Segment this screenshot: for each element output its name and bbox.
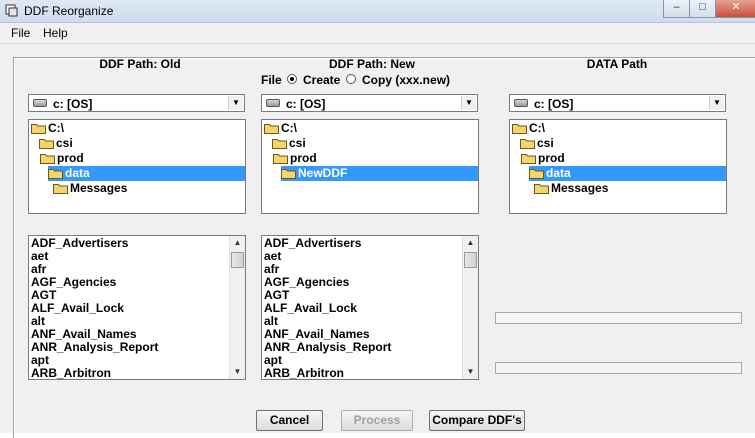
maximize-button[interactable]: □ (689, 0, 716, 18)
data-path-header: DATA Path (586, 57, 648, 71)
list-item[interactable]: ANR_Analysis_Report (264, 341, 391, 354)
old-file-scrollbar[interactable]: ▲ ▼ (229, 236, 245, 379)
new-file-list[interactable]: ADF_Advertisers aet afr AGF_Agencies AGT… (261, 235, 479, 380)
new-dir-tree[interactable]: C:\ csi prod NewDDF (261, 119, 479, 214)
folder-open-icon (40, 154, 55, 164)
old-path-header: DDF Path: Old (99, 57, 181, 71)
scroll-thumb[interactable] (231, 252, 244, 268)
scroll-down-icon[interactable]: ▼ (463, 365, 478, 379)
folder-open-icon (48, 169, 63, 179)
scroll-up-icon[interactable]: ▲ (230, 236, 245, 250)
new-drive-select[interactable]: c: [OS] ▼ (261, 94, 478, 112)
folder-open-icon (520, 139, 535, 149)
dir-item[interactable]: prod (273, 151, 317, 166)
list-item[interactable]: ANR_Analysis_Report (31, 341, 158, 354)
list-item[interactable]: ARB_Arbitron (31, 367, 111, 380)
scroll-thumb[interactable] (464, 252, 477, 268)
folder-open-icon (31, 124, 46, 134)
process-button[interactable]: Process (341, 410, 413, 431)
drive-icon (514, 99, 528, 107)
chevron-down-icon[interactable]: ▼ (709, 96, 724, 110)
folder-open-icon (264, 124, 279, 134)
folder-open-icon (512, 124, 527, 134)
folder-open-icon (521, 154, 536, 164)
menu-file[interactable]: File (11, 26, 30, 40)
data-dir-tree[interactable]: C:\ csi prod data Messages (509, 119, 727, 214)
data-drive-select[interactable]: c: [OS] ▼ (509, 94, 726, 112)
scroll-down-icon[interactable]: ▼ (230, 365, 245, 379)
copy-radio[interactable] (346, 74, 356, 84)
create-label[interactable]: Create (303, 73, 340, 87)
client-area: DDF Path: Old DDF Path: New DATA Path Fi… (0, 44, 755, 438)
progress-bar-2 (495, 362, 742, 374)
dir-item[interactable]: csi (272, 136, 306, 151)
dir-item-selected[interactable]: NewDDF (281, 166, 478, 181)
title-bar: DDF Reorganize – □ ✕ (0, 0, 755, 23)
app-icon (5, 4, 18, 17)
old-dir-tree[interactable]: C:\ csi prod data Messages (28, 119, 246, 214)
progress-bar-1 (495, 312, 742, 324)
new-file-scrollbar[interactable]: ▲ ▼ (462, 236, 478, 379)
menu-bar: File Help (0, 23, 755, 44)
drive-icon (266, 99, 280, 107)
folder-open-icon (273, 154, 288, 164)
list-item[interactable]: ARB_Arbitron (264, 367, 344, 380)
dir-item[interactable]: csi (39, 136, 73, 151)
dir-item[interactable]: C:\ (264, 121, 297, 136)
data-drive-value: c: [OS] (534, 97, 574, 111)
folder-icon (53, 184, 68, 194)
chevron-down-icon[interactable]: ▼ (228, 96, 243, 110)
old-drive-value: c: [OS] (53, 97, 93, 111)
folder-open-icon (272, 139, 287, 149)
new-path-header: DDF Path: New (328, 57, 415, 71)
cancel-button[interactable]: Cancel (256, 410, 323, 431)
chevron-down-icon[interactable]: ▼ (461, 96, 476, 110)
dir-item[interactable]: C:\ (512, 121, 545, 136)
folder-icon (534, 184, 549, 194)
old-drive-select[interactable]: c: [OS] ▼ (28, 94, 245, 112)
old-file-list[interactable]: ADF_Advertisers aet afr AGF_Agencies AGT… (28, 235, 246, 380)
dir-item[interactable]: Messages (53, 181, 127, 196)
folder-open-icon (281, 169, 296, 179)
dir-item-selected[interactable]: data (48, 166, 245, 181)
folder-open-icon (39, 139, 54, 149)
file-mode-label: File (261, 73, 282, 87)
minimize-button[interactable]: – (663, 0, 690, 18)
new-drive-value: c: [OS] (286, 97, 326, 111)
create-radio[interactable] (287, 74, 297, 84)
window-title: DDF Reorganize (24, 4, 114, 18)
dir-item-selected[interactable]: data (529, 166, 726, 181)
menu-help[interactable]: Help (43, 26, 68, 40)
close-button[interactable]: ✕ (715, 0, 755, 18)
copy-label[interactable]: Copy (xxx.new) (362, 73, 450, 87)
folder-open-icon (529, 169, 544, 179)
drive-icon (33, 99, 47, 107)
dir-item[interactable]: prod (40, 151, 84, 166)
dir-item[interactable]: prod (521, 151, 565, 166)
compare-ddf-button[interactable]: Compare DDF's (429, 410, 525, 431)
dir-item[interactable]: Messages (534, 181, 608, 196)
scroll-up-icon[interactable]: ▲ (463, 236, 478, 250)
dir-item[interactable]: C:\ (31, 121, 64, 136)
dir-item[interactable]: csi (520, 136, 554, 151)
